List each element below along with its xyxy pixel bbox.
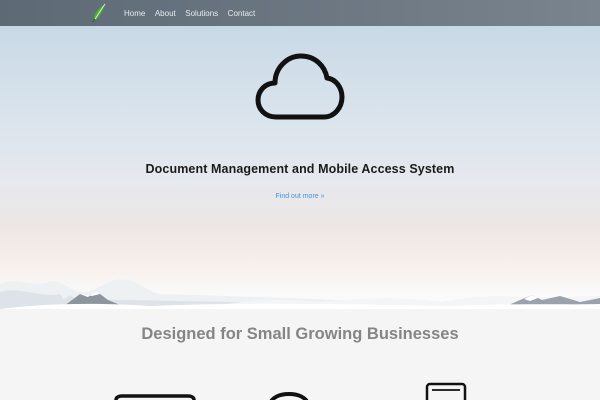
laptop-icon [114,394,196,400]
hero-section: Document Management and Mobile Access Sy… [0,26,600,309]
nav-link-contact[interactable]: Contact [228,9,256,18]
find-out-more-link[interactable]: Find out more » [0,193,600,200]
hero-title: Document Management and Mobile Access Sy… [145,162,455,176]
nav-link-about[interactable]: About [155,9,176,18]
cloud-icon [255,53,345,120]
nav-link-solutions[interactable]: Solutions [185,9,218,18]
navbar: Home About Solutions Contact [0,0,600,26]
features-section-title: Designed for Small Growing Businesses [141,325,459,343]
main-nav: Home About Solutions Contact [124,0,265,26]
nav-link-home[interactable]: Home [124,9,145,18]
circle-icon [269,391,309,400]
leaf-logo-icon[interactable] [91,3,107,23]
tablet-icon [425,382,467,400]
